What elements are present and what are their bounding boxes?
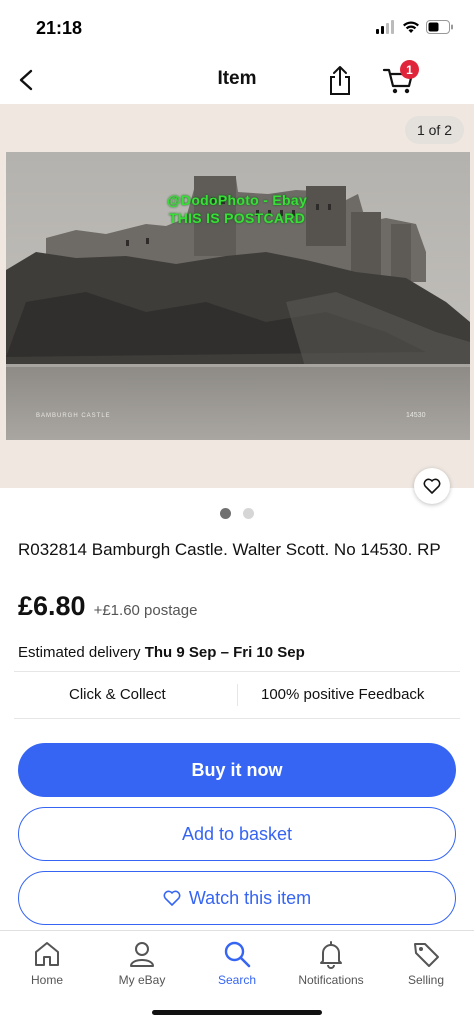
positive-feedback-label: 100% positive Feedback <box>261 686 425 703</box>
status-bar: 21:18 <box>0 0 474 56</box>
feature-separator <box>237 684 238 706</box>
tab-my-ebay[interactable]: My eBay <box>95 939 189 987</box>
tab-label: Home <box>30 973 63 987</box>
tag-icon <box>414 943 439 967</box>
postage-cost: +£1.60 postage <box>93 602 198 619</box>
person-icon <box>130 942 154 967</box>
cellular-signal-icon <box>376 20 394 34</box>
tab-label: Notifications <box>298 973 364 987</box>
watermark-line1: @DodoPhoto - Ebay <box>166 192 308 208</box>
price-row: £6.80 +£1.60 postage <box>18 591 197 622</box>
postcard-caption: BAMBURGH CASTLE <box>36 413 111 419</box>
delivery-dates: Thu 9 Sep – Fri 10 Sep <box>144 644 305 661</box>
delivery-label: Estimated delivery <box>18 644 141 661</box>
buy-it-now-button[interactable]: Buy it now <box>18 743 456 797</box>
favorite-button[interactable] <box>414 468 450 504</box>
image-counter: 1 of 2 <box>404 116 464 144</box>
divider <box>14 718 460 719</box>
heart-icon <box>423 478 441 494</box>
battery-icon <box>426 20 453 34</box>
wifi-icon <box>403 21 419 33</box>
home-indicator <box>152 1010 322 1015</box>
tab-notifications[interactable]: Notifications <box>284 939 378 987</box>
tab-search[interactable]: Search <box>190 939 284 987</box>
tab-label: Selling <box>407 973 445 987</box>
watch-item-button[interactable]: Watch this item <box>18 871 456 925</box>
carousel-dot[interactable] <box>243 508 254 519</box>
add-to-basket-button[interactable]: Add to basket <box>18 807 456 861</box>
cart-count-badge: 1 <box>400 60 419 79</box>
watch-item-label: Watch this item <box>188 887 312 908</box>
item-title: R032814 Bamburgh Castle. Walter Scott. N… <box>18 540 441 559</box>
carousel-dot-active[interactable] <box>220 508 231 519</box>
image-gallery[interactable]: BAMBURGH CASTLE 14530 @DodoPhoto - Ebay … <box>0 104 474 488</box>
carousel-dots <box>0 508 474 519</box>
click-collect-label: Click & Collect <box>69 686 166 703</box>
estimated-delivery: Estimated delivery Thu 9 Sep – Fri 10 Se… <box>18 644 305 661</box>
tab-selling[interactable]: Selling <box>379 939 473 987</box>
home-icon <box>35 942 59 966</box>
item-price: £6.80 <box>18 591 86 621</box>
postcard-number: 14530 <box>406 412 426 419</box>
item-features: Click & Collect 100% positive Feedback <box>14 672 460 718</box>
bell-icon <box>320 941 342 969</box>
tab-label: My eBay <box>118 973 166 987</box>
share-button[interactable] <box>326 64 354 96</box>
tab-label: Search <box>217 973 257 987</box>
heart-icon <box>163 890 181 906</box>
tab-home[interactable]: Home <box>0 939 94 987</box>
status-time: 21:18 <box>36 18 83 38</box>
share-icon <box>330 66 350 95</box>
watermark-line2: THIS IS POSTCARD <box>168 210 306 226</box>
status-icons <box>376 20 454 34</box>
search-icon <box>224 941 251 968</box>
